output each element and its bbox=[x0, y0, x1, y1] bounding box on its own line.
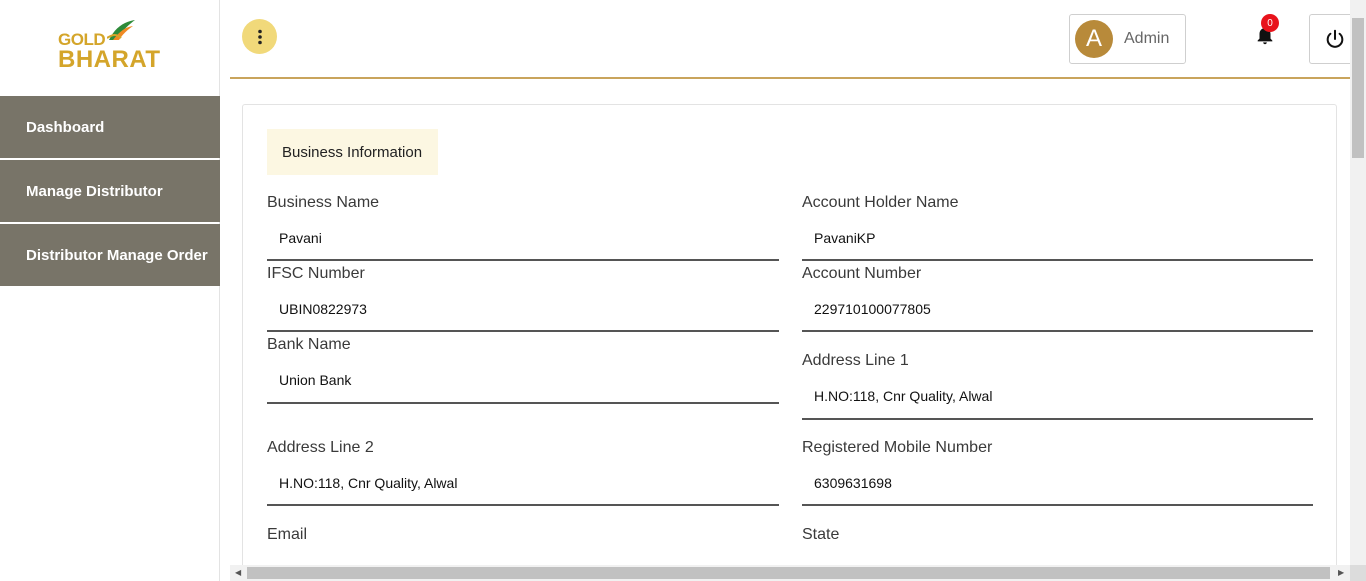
vertical-scrollbar-thumb[interactable] bbox=[1352, 18, 1364, 158]
field-label: IFSC Number bbox=[267, 265, 365, 282]
logo-text-bharat: BHARAT bbox=[58, 46, 161, 73]
vertical-scrollbar[interactable] bbox=[1350, 0, 1366, 565]
field-value: H.NO:118, Cnr Quality, Alwal bbox=[814, 388, 993, 404]
field-value: 6309631698 bbox=[814, 475, 892, 491]
sidebar-item-manage-distributor[interactable]: Manage Distributor bbox=[0, 160, 220, 222]
field-value: Pavani bbox=[279, 230, 322, 246]
avatar: A bbox=[1075, 20, 1113, 58]
sidebar: GOLD BHARAT Dashboard Manage Distributor… bbox=[0, 0, 220, 581]
sidebar-item-dashboard[interactable]: Dashboard bbox=[0, 96, 220, 158]
field-underline bbox=[802, 504, 1313, 506]
sidebar-item-label: Manage Distributor bbox=[26, 182, 163, 200]
sidebar-item-label: Dashboard bbox=[26, 118, 105, 136]
sidebar-item-distributor-manage-order[interactable]: Distributor Manage Order bbox=[0, 224, 220, 286]
ifsc-number-field[interactable]: IFSC Number UBIN0822973 bbox=[267, 265, 779, 335]
field-label: Registered Mobile Number bbox=[802, 439, 993, 456]
field-underline bbox=[267, 259, 779, 261]
top-bar: A Admin 0 bbox=[230, 0, 1359, 79]
user-name: Admin bbox=[1124, 30, 1170, 47]
gold-bharat-logo[interactable]: GOLD BHARAT bbox=[55, 16, 165, 73]
field-underline bbox=[267, 330, 779, 332]
field-underline bbox=[802, 418, 1313, 420]
kebab-menu-button[interactable] bbox=[242, 19, 277, 54]
horizontal-scrollbar-thumb[interactable] bbox=[247, 567, 1330, 579]
address-line-2-field[interactable]: Address Line 2 H.NO:118, Cnr Quality, Al… bbox=[267, 439, 779, 509]
field-value: PavaniKP bbox=[814, 230, 876, 246]
field-value: Union Bank bbox=[279, 372, 352, 388]
email-field[interactable]: Email bbox=[267, 526, 779, 566]
field-label: Account Number bbox=[802, 265, 922, 282]
sidebar-nav: Dashboard Manage Distributor Distributor… bbox=[0, 96, 220, 288]
field-value: H.NO:118, Cnr Quality, Alwal bbox=[279, 475, 458, 491]
field-label: Account Holder Name bbox=[802, 194, 959, 211]
sidebar-item-label: Distributor Manage Order bbox=[26, 246, 208, 264]
field-underline bbox=[267, 402, 779, 404]
business-info-card: Business Information Business Name Pavan… bbox=[242, 104, 1337, 574]
field-underline bbox=[802, 330, 1313, 332]
field-label: Address Line 2 bbox=[267, 439, 374, 456]
account-number-field[interactable]: Account Number 229710100077805 bbox=[802, 265, 1313, 335]
horizontal-scrollbar[interactable]: ◀ ▶ bbox=[230, 565, 1350, 581]
section-title: Business Information bbox=[267, 129, 438, 175]
user-menu-button[interactable]: A Admin bbox=[1069, 14, 1186, 64]
kebab-menu-icon bbox=[257, 29, 262, 44]
scroll-right-arrow-icon[interactable]: ▶ bbox=[1338, 568, 1344, 577]
scroll-left-arrow-icon[interactable]: ◀ bbox=[235, 568, 241, 577]
power-icon bbox=[1326, 29, 1343, 48]
field-value: 229710100077805 bbox=[814, 301, 931, 317]
field-label: Email bbox=[267, 526, 308, 543]
registered-mobile-number-field[interactable]: Registered Mobile Number 6309631698 bbox=[802, 439, 1313, 509]
scrollbar-corner bbox=[1350, 565, 1366, 581]
field-label: Bank Name bbox=[267, 336, 351, 353]
field-label: Address Line 1 bbox=[802, 352, 909, 369]
bird-logo-icon bbox=[107, 20, 135, 40]
business-name-field[interactable]: Business Name Pavani bbox=[267, 194, 779, 264]
field-underline bbox=[802, 259, 1313, 261]
state-field[interactable]: State bbox=[802, 526, 1313, 566]
bank-name-field[interactable]: Bank Name Union Bank bbox=[267, 336, 779, 406]
field-underline bbox=[267, 504, 779, 506]
account-holder-name-field[interactable]: Account Holder Name PavaniKP bbox=[802, 194, 1313, 264]
notification-count-badge: 0 bbox=[1261, 14, 1279, 32]
field-value: UBIN0822973 bbox=[279, 301, 367, 317]
field-label: Business Name bbox=[267, 194, 380, 211]
address-line-1-field[interactable]: Address Line 1 H.NO:118, Cnr Quality, Al… bbox=[802, 352, 1313, 422]
field-label: State bbox=[802, 526, 840, 543]
